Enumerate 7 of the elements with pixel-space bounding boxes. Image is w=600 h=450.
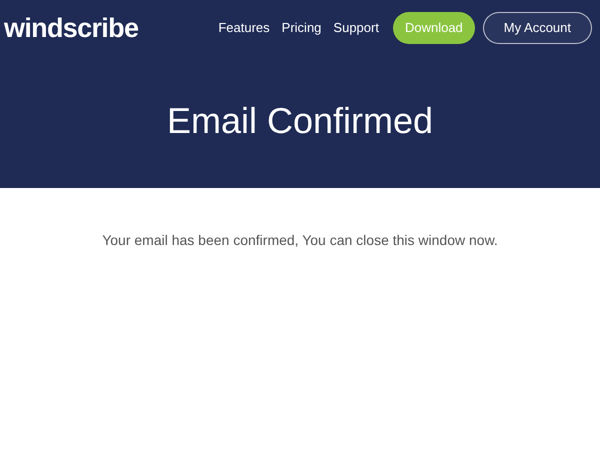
page-title: Email Confirmed: [166, 99, 434, 143]
account-button[interactable]: My Account: [482, 12, 592, 44]
nav-link[interactable]: Pricing: [282, 18, 322, 38]
nav-link[interactable]: Features: [218, 18, 270, 38]
logo[interactable]: windscribe: [4, 14, 138, 42]
nav-link[interactable]: Support: [333, 18, 379, 38]
confirmation-message: Your email has been confirmed, You can close this window now.: [101, 231, 499, 250]
